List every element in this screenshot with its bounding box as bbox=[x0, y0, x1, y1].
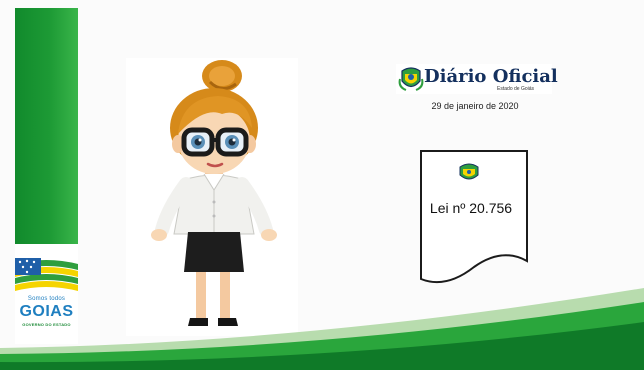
goias-coat-of-arms-icon bbox=[398, 67, 424, 91]
diario-oficial-title: Diário Oficial bbox=[424, 66, 558, 87]
publication-date: 29 de janeiro de 2020 bbox=[431, 101, 519, 111]
left-brand-band bbox=[15, 8, 78, 244]
law-number: Lei nº 20.756 bbox=[429, 200, 513, 216]
diario-oficial-logo: Diário Oficial Estado de Goiás bbox=[396, 64, 558, 94]
bottom-green-wave bbox=[0, 288, 644, 376]
video-slide: Somos todos GOIAS GOVERNO DO ESTADO Diár… bbox=[0, 0, 644, 376]
diario-oficial-subtitle: Estado de Goiás bbox=[497, 86, 534, 92]
